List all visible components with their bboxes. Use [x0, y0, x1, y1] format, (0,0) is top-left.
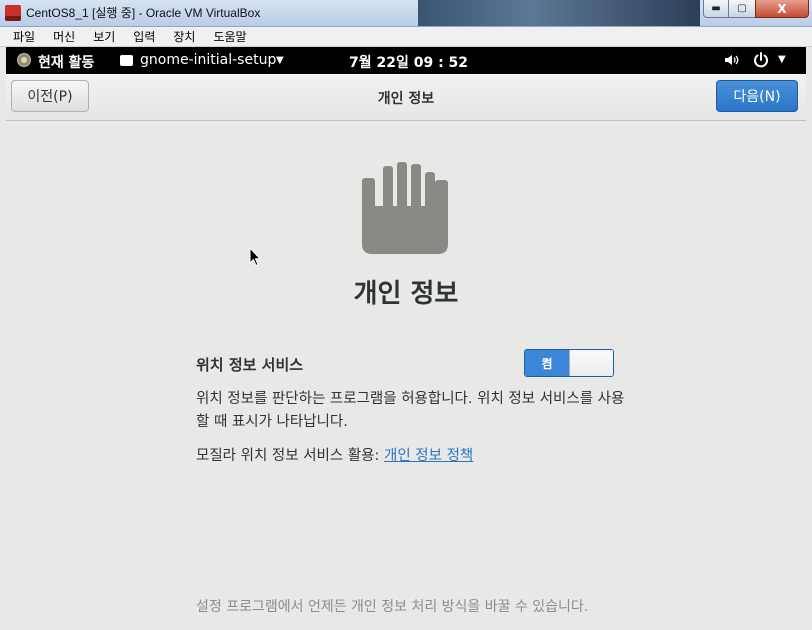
footer-note: 설정 프로그램에서 언제든 개인 정보 처리 방식을 바꿀 수 있습니다. [196, 599, 589, 615]
app-window-icon[interactable] [120, 55, 133, 66]
toggle-knob[interactable] [569, 350, 613, 376]
menu-machine[interactable]: 머신 [53, 28, 75, 45]
privacy-policy-link[interactable]: 개인 정보 정책 [384, 448, 473, 464]
next-button[interactable]: 다음(N) [716, 80, 798, 112]
mozilla-location-line: 모질라 위치 정보 서비스 활용: 개인 정보 정책 [196, 444, 473, 465]
setup-header-bar: 개인 정보 이전(P) 다음(N) [6, 74, 806, 121]
location-services-label: 위치 정보 서비스 [196, 356, 304, 374]
system-menu-arrow-icon[interactable]: ▼ [778, 54, 786, 65]
menu-devices[interactable]: 장치 [173, 28, 195, 45]
privacy-page: 개인 정보 위치 정보 서비스 켬 위치 정보를 판단하는 프로그램을 허용합니… [6, 121, 806, 630]
mozilla-location-text: 모질라 위치 정보 서비스 활용: [196, 448, 385, 464]
header-title: 개인 정보 [377, 91, 435, 107]
mouse-pointer-icon [249, 247, 261, 267]
app-menu[interactable]: gnome-initial-setup [140, 52, 276, 68]
menu-help[interactable]: 도움말 [213, 28, 246, 45]
virtualbox-app-icon[interactable] [5, 5, 21, 21]
gnome-top-bar: 현재 활동 gnome-initial-setup ▼ 7월 22일 09 : … [6, 47, 806, 74]
virtualbox-title-bar[interactable]: CentOS8_1 [실행 중] - Oracle VM VirtualBox … [0, 0, 812, 27]
activities-icon[interactable] [17, 53, 31, 67]
desktop-background-strip [418, 0, 700, 26]
power-icon[interactable] [752, 51, 770, 69]
close-button[interactable]: X [755, 0, 809, 18]
minimize-button[interactable]: ▬ [703, 0, 729, 18]
location-services-toggle[interactable]: 켬 [524, 349, 614, 377]
previous-button[interactable]: 이전(P) [11, 80, 89, 112]
menu-view[interactable]: 보기 [93, 28, 115, 45]
menu-input[interactable]: 입력 [133, 28, 155, 45]
location-services-description: 위치 정보를 판단하는 프로그램을 허용합니다. 위치 정보 서비스를 사용할 … [196, 391, 625, 430]
hand-stop-icon [362, 162, 448, 254]
menu-file[interactable]: 파일 [13, 28, 35, 45]
window-title: CentOS8_1 [실행 중] - Oracle VM VirtualBox [26, 6, 261, 20]
clock[interactable]: 7월 22일 09 : 52 [349, 52, 468, 72]
activities-button[interactable]: 현재 활동 [38, 52, 94, 72]
volume-icon[interactable] [724, 52, 740, 68]
virtualbox-menu-bar: 파일 머신 보기 입력 장치 도움말 [0, 27, 812, 47]
app-menu-arrow-icon[interactable]: ▼ [276, 55, 284, 66]
maximize-button[interactable]: ▢ [728, 0, 756, 18]
toggle-on-label: 켬 [525, 350, 569, 376]
page-heading: 개인 정보 [353, 279, 459, 309]
